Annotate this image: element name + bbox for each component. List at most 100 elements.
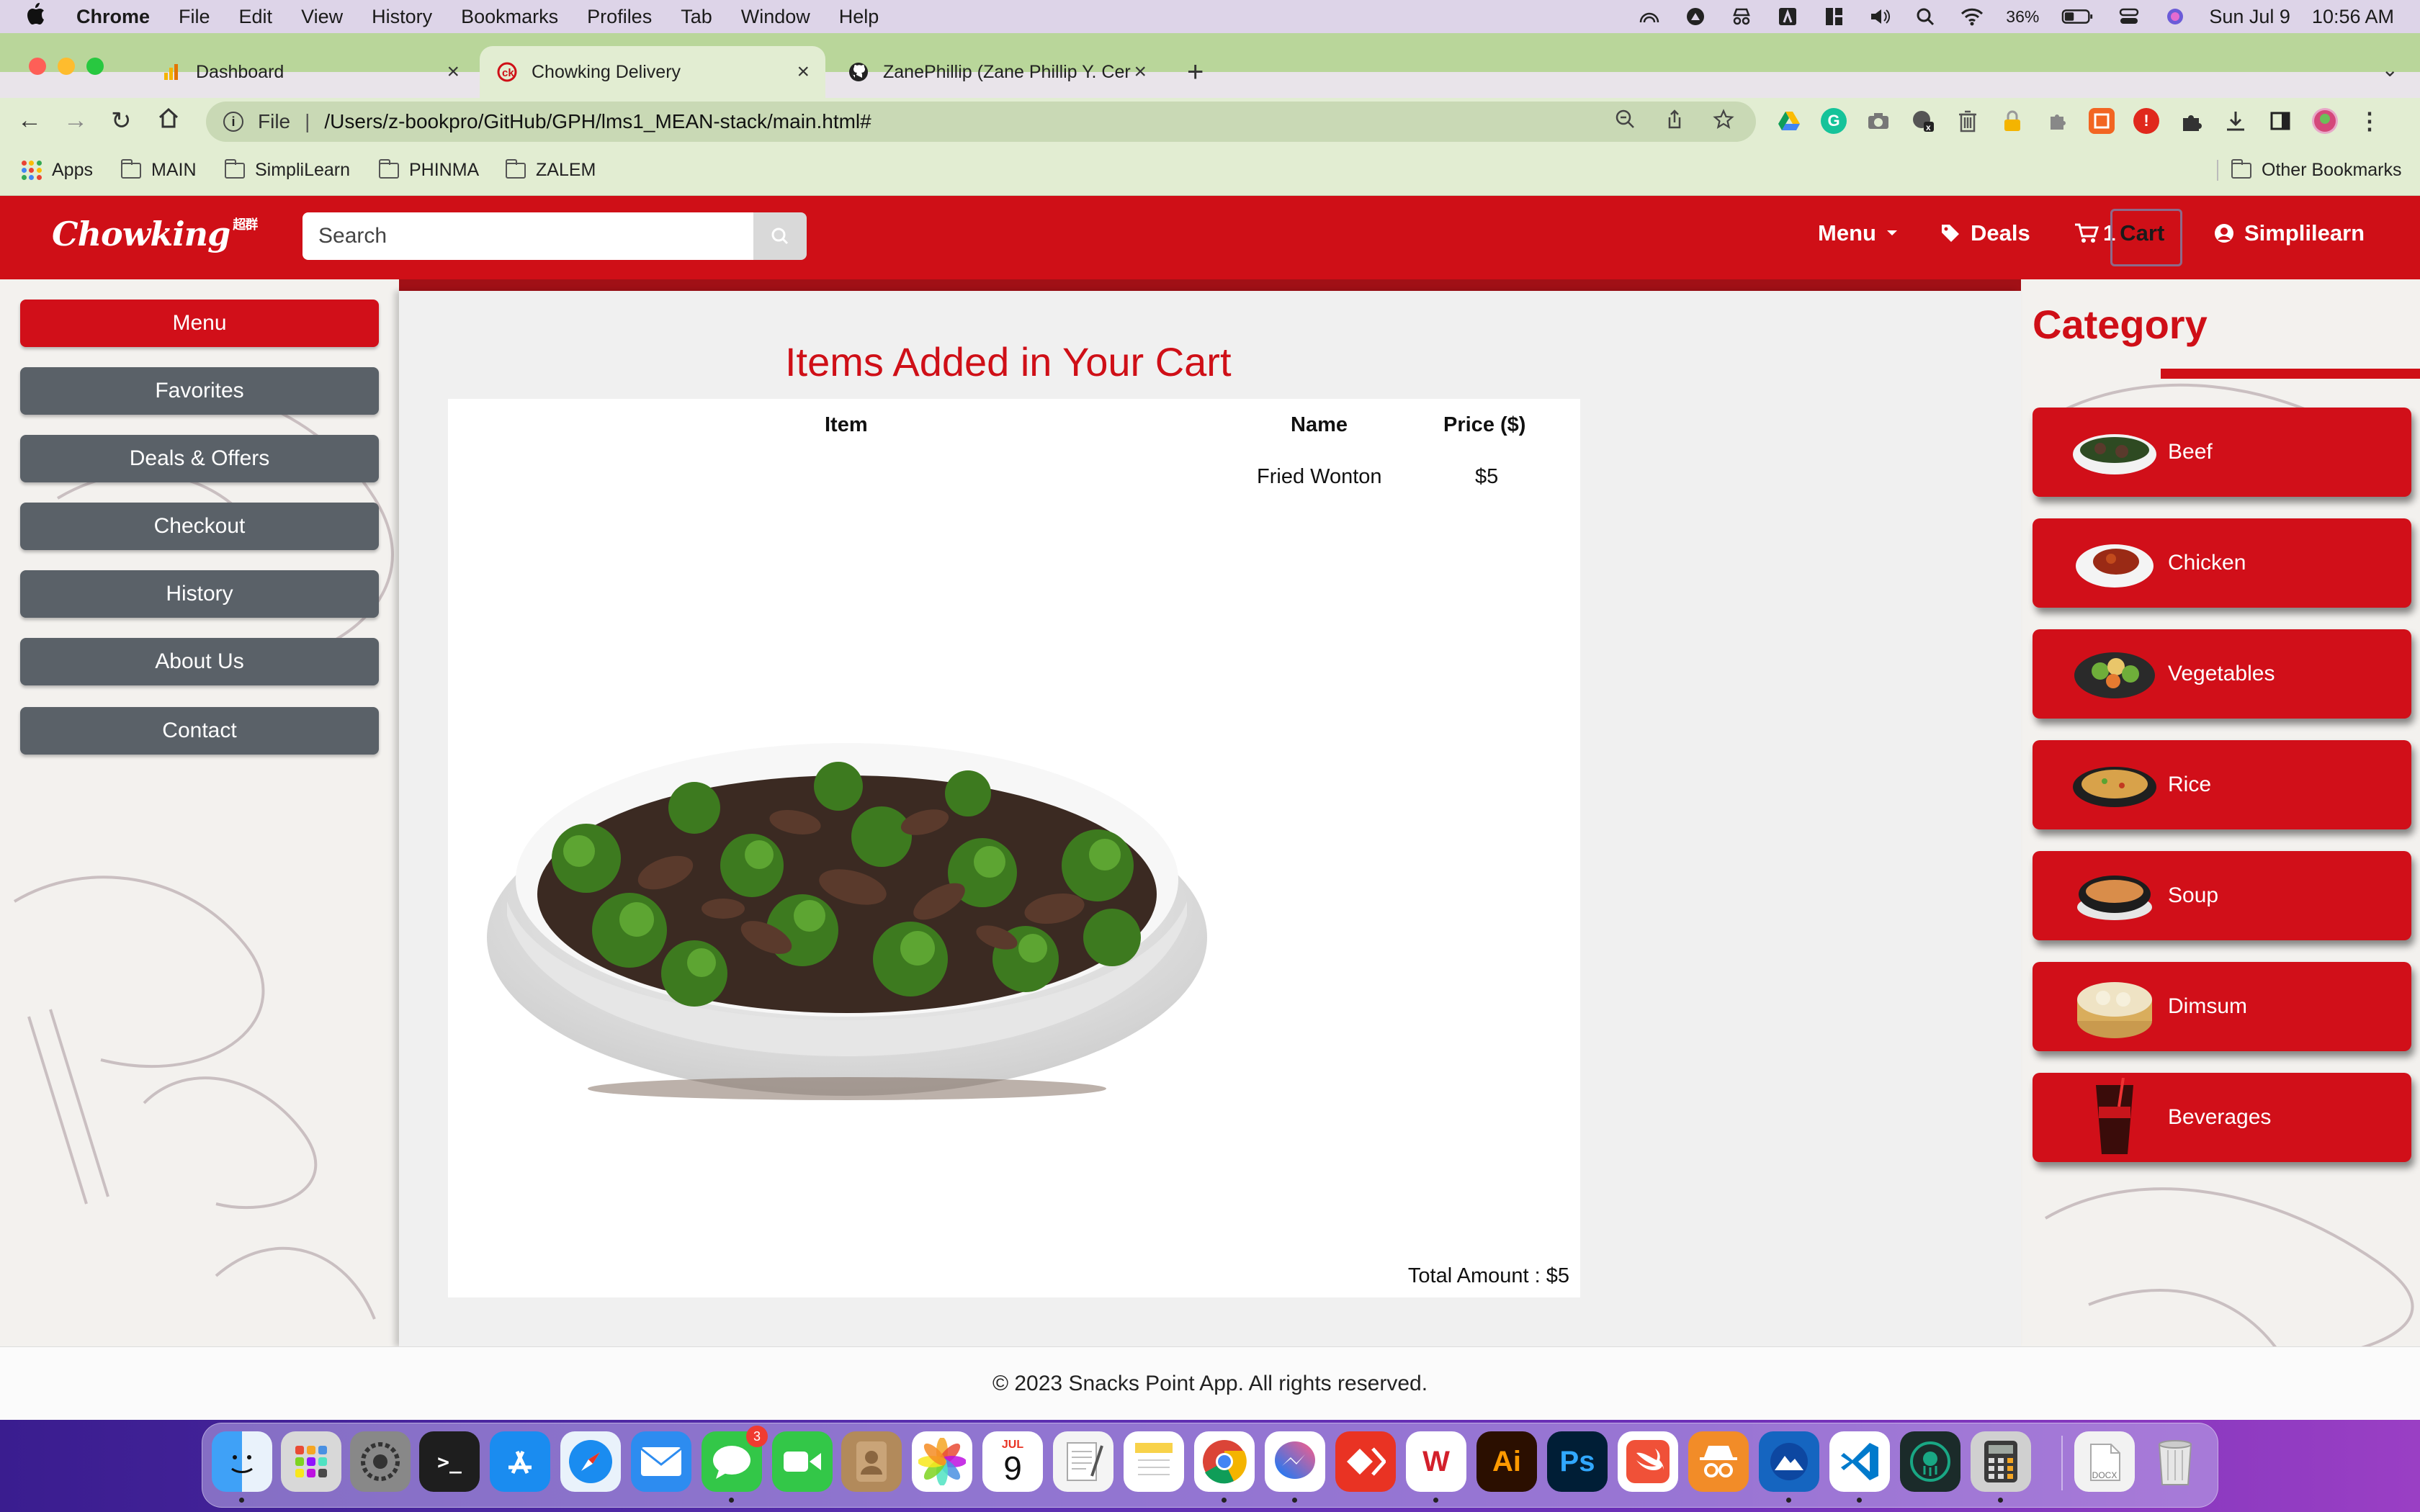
close-tab-icon[interactable]: ×	[447, 60, 460, 84]
nav-menu-dropdown[interactable]: Menu	[1818, 220, 1898, 246]
calculator-icon[interactable]	[1971, 1431, 2031, 1492]
menu-profiles[interactable]: Profiles	[587, 6, 652, 28]
notes-icon[interactable]	[1124, 1431, 1184, 1492]
layout-icon[interactable]	[1821, 6, 1846, 27]
bookmark-folder-simplilearn[interactable]: SimpliLearn	[225, 158, 350, 181]
tab-search-chevron-icon[interactable]: ⌄	[2382, 58, 2398, 81]
mail-icon[interactable]	[631, 1431, 691, 1492]
tab-dashboard[interactable]: Dashboard ×	[144, 46, 475, 98]
lock-extension-icon[interactable]	[1999, 108, 2025, 134]
category-soup[interactable]: Soup	[2033, 851, 2411, 940]
menu-help[interactable]: Help	[839, 6, 879, 28]
battery-icon[interactable]	[2061, 6, 2095, 27]
spotlight-search-icon[interactable]	[1914, 6, 1938, 27]
orange-extension-icon[interactable]	[2089, 108, 2115, 134]
safari-icon[interactable]	[560, 1431, 621, 1492]
category-beverages[interactable]: Beverages	[2033, 1073, 2411, 1162]
nav-deals-link[interactable]: Deals	[1940, 220, 2030, 246]
nav-user-link[interactable]: Simplilearn	[2214, 220, 2365, 246]
kebab-menu-icon[interactable]: ⋮	[2357, 108, 2383, 134]
messages-icon[interactable]: 3	[702, 1426, 768, 1492]
anydesk-icon[interactable]	[1335, 1431, 1396, 1492]
minimize-window-button[interactable]	[58, 58, 75, 75]
new-tab-icon[interactable]: +	[1187, 56, 1204, 89]
calendar-icon[interactable]: JUL 9	[982, 1431, 1043, 1492]
forward-arrow-icon[interactable]: →	[63, 107, 88, 135]
swift-icon[interactable]	[1618, 1431, 1678, 1492]
reload-icon[interactable]: ↻	[111, 107, 132, 135]
menu-view[interactable]: View	[301, 6, 343, 28]
vscode-icon[interactable]	[1829, 1431, 1890, 1492]
airplay-icon[interactable]	[1637, 6, 1662, 27]
contacts-icon[interactable]	[841, 1431, 902, 1492]
category-dimsum[interactable]: Dimsum	[2033, 962, 2411, 1051]
chowking-logo[interactable]: Chowking 超群	[52, 215, 258, 253]
sidebar-deals-offers-button[interactable]: Deals & Offers	[20, 435, 379, 482]
incognito-icon[interactable]	[1729, 6, 1754, 27]
extensions-puzzle-icon[interactable]	[2178, 108, 2204, 134]
google-drive-icon[interactable]	[1776, 108, 1802, 134]
site-info-icon[interactable]: i	[223, 112, 243, 132]
menubar-time[interactable]: 10:56 AM	[2312, 6, 2394, 28]
spy-extension-icon[interactable]: x	[1910, 108, 1936, 134]
facetime-icon[interactable]	[772, 1431, 833, 1492]
tab-github-profile[interactable]: ZanePhillip (Zane Phillip Y. Cer ×	[831, 46, 1162, 98]
spy-browser-icon[interactable]	[1688, 1431, 1749, 1492]
address-bar[interactable]: i File | /Users/z-bookpro/GitHub/GPH/lms…	[206, 102, 1756, 142]
menu-app-name[interactable]: Chrome	[76, 6, 150, 28]
search-button[interactable]	[753, 212, 807, 260]
sidebar-checkout-button[interactable]: Checkout	[20, 503, 379, 550]
gitkraken-icon[interactable]	[1900, 1431, 1960, 1492]
menu-bookmarks[interactable]: Bookmarks	[461, 6, 558, 28]
close-window-button[interactable]	[29, 58, 46, 75]
share-icon[interactable]	[1664, 109, 1685, 135]
category-rice[interactable]: Rice	[2033, 740, 2411, 829]
menu-window[interactable]: Window	[741, 6, 810, 28]
mountain-app-icon[interactable]	[1759, 1431, 1819, 1492]
back-arrow-icon[interactable]: ←	[17, 107, 42, 135]
sidebar-about-us-button[interactable]: About Us	[20, 638, 379, 685]
adblock-icon[interactable]: !	[2133, 108, 2159, 134]
textedit-icon[interactable]	[1053, 1431, 1113, 1492]
close-tab-icon[interactable]: ×	[1134, 60, 1147, 84]
tab-chowking-delivery[interactable]: ck Chowking Delivery ×	[480, 46, 825, 98]
sidebar-favorites-button[interactable]: Favorites	[20, 367, 379, 415]
drive-sync-icon[interactable]	[1683, 6, 1708, 27]
sidebar-menu-button[interactable]: Menu	[20, 300, 379, 347]
sidebar-contact-button[interactable]: Contact	[20, 707, 379, 755]
photos-icon[interactable]	[912, 1431, 972, 1492]
sidebar-history-button[interactable]: History	[20, 570, 379, 618]
menu-tab[interactable]: Tab	[681, 6, 712, 28]
bookmark-folder-phinma[interactable]: PHINMA	[379, 158, 479, 181]
docx-file-icon[interactable]: DOCX	[2074, 1431, 2135, 1492]
siri-icon[interactable]	[2163, 6, 2187, 27]
trash-icon[interactable]	[2145, 1431, 2205, 1492]
zoom-icon[interactable]	[1615, 109, 1636, 135]
close-tab-icon[interactable]: ×	[797, 60, 810, 84]
zoom-window-button[interactable]	[86, 58, 104, 75]
wps-office-icon[interactable]: W	[1406, 1431, 1466, 1492]
profile-avatar-icon[interactable]	[2312, 108, 2338, 134]
chrome-icon[interactable]	[1194, 1431, 1255, 1492]
messenger-icon[interactable]	[1265, 1431, 1325, 1492]
volume-icon[interactable]	[1868, 6, 1892, 27]
puzzle-gray-icon[interactable]	[2044, 108, 2070, 134]
category-beef[interactable]: Beef	[2033, 408, 2411, 497]
finder-icon[interactable]	[212, 1431, 272, 1492]
apple-icon[interactable]	[24, 1, 60, 32]
terminal-icon[interactable]: >_	[419, 1431, 480, 1492]
url-text[interactable]: /Users/z-bookpro/GitHub/GPH/lms1_MEAN-st…	[324, 110, 871, 133]
category-chicken[interactable]: Chicken	[2033, 518, 2411, 608]
download-icon[interactable]	[2223, 108, 2249, 134]
bookmark-other[interactable]: Other Bookmarks	[2217, 158, 2402, 181]
photoshop-icon[interactable]: Ps	[1547, 1431, 1608, 1492]
illustrator-icon[interactable]: Ai	[1476, 1431, 1537, 1492]
menu-edit[interactable]: Edit	[239, 6, 273, 28]
menubar-date[interactable]: Sun Jul 9	[2209, 6, 2290, 28]
trash-extension-icon[interactable]	[1955, 108, 1981, 134]
menu-history[interactable]: History	[372, 6, 432, 28]
control-center-icon[interactable]	[2117, 6, 2141, 27]
search-input[interactable]	[302, 212, 753, 260]
wifi-icon[interactable]	[1960, 6, 1984, 27]
menu-file[interactable]: File	[179, 6, 210, 28]
